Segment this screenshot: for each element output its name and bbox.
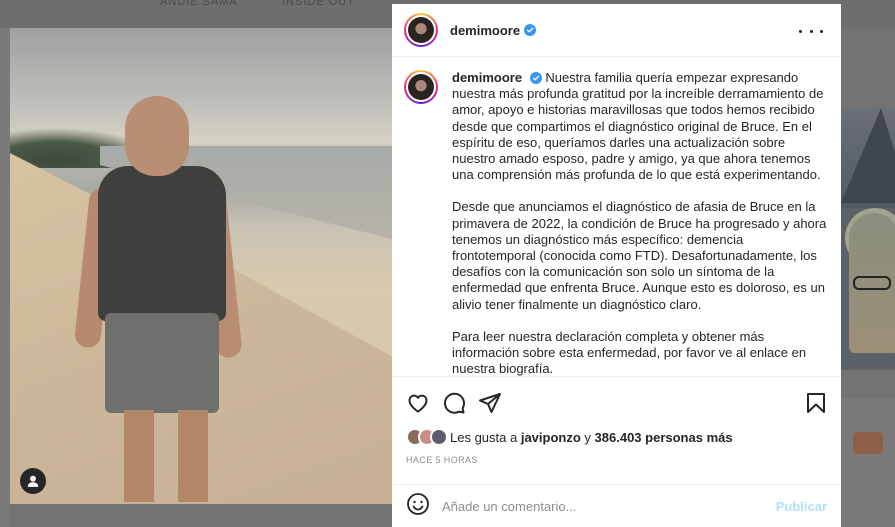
- caption-paragraph: Desde que anunciamos el diagnóstico de a…: [452, 199, 827, 312]
- caption-avatar[interactable]: [404, 70, 438, 104]
- caption-paragraph: Nuestra familia quería empezar expresand…: [452, 70, 824, 183]
- background-nav-label: ANDIE SAMA: [160, 0, 238, 8]
- caption-username[interactable]: demimoore: [452, 70, 522, 85]
- post-detail-panel: demimoore demimoore Nuestra familia quer…: [392, 4, 841, 527]
- user-tag-icon[interactable]: [20, 468, 46, 494]
- background-post-thumbnail: [841, 398, 895, 527]
- verified-badge-icon: [529, 72, 542, 84]
- background-page-edge: [0, 28, 10, 527]
- background-nav-label: INSIDE OUT: [282, 0, 355, 8]
- likes-joiner: y: [584, 429, 591, 445]
- likes-count[interactable]: 386.403 personas más: [595, 430, 733, 445]
- background-next-post-preview: [841, 108, 895, 370]
- action-bar: [392, 376, 841, 426]
- verified-badge-icon: [524, 24, 537, 36]
- post-header: demimoore: [392, 4, 841, 57]
- post-timestamp[interactable]: HACE 5 HORAS: [406, 455, 478, 465]
- emoji-icon[interactable]: [406, 492, 430, 521]
- likes-prefix: Les gusta a: [450, 429, 518, 445]
- share-icon[interactable]: [478, 391, 502, 415]
- post-image[interactable]: [10, 28, 392, 504]
- avatar[interactable]: [404, 13, 438, 47]
- username-link[interactable]: demimoore: [450, 23, 520, 38]
- caption-paragraph: Para leer nuestra declaración completa y…: [452, 328, 807, 376]
- likes-summary[interactable]: Les gusta a javiponzo y 386.403 personas…: [406, 428, 733, 446]
- comment-input[interactable]: [442, 498, 762, 514]
- heart-icon[interactable]: [406, 391, 430, 415]
- post-comment-button[interactable]: Publicar: [776, 499, 827, 514]
- comment-icon[interactable]: [442, 391, 466, 415]
- caption-scroll-area[interactable]: demimoore Nuestra familia quería empezar…: [392, 58, 841, 376]
- caption: demimoore Nuestra familia quería empezar…: [452, 70, 829, 376]
- comment-bar: Publicar: [392, 484, 841, 527]
- liker-avatars: [406, 428, 448, 446]
- more-options-icon[interactable]: [799, 22, 823, 40]
- bookmark-icon[interactable]: [804, 391, 828, 415]
- liker-username[interactable]: javiponzo: [521, 430, 581, 445]
